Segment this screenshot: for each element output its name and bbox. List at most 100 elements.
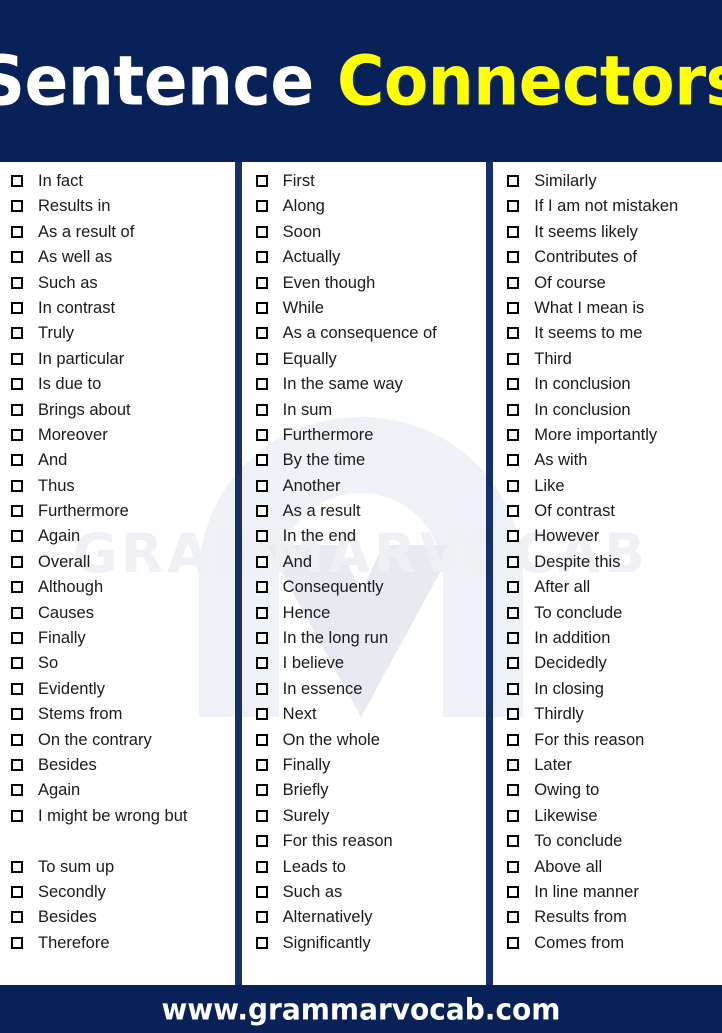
checkbox-icon[interactable] [11,271,25,296]
checkbox-icon[interactable] [255,448,270,473]
checklist-item[interactable]: Besides [11,753,235,778]
checklist-item[interactable]: Briefly [255,778,487,803]
checklist-item[interactable]: Again [11,778,235,803]
checkbox-icon[interactable] [255,499,270,524]
checkbox-icon[interactable] [507,855,521,880]
checkbox-icon[interactable] [11,905,25,930]
checklist-item[interactable]: Thirdly [507,702,722,727]
checkbox-icon[interactable] [507,778,521,803]
checkbox-icon[interactable] [255,194,270,219]
checkbox-icon[interactable] [507,194,521,219]
checkbox-icon[interactable] [507,499,521,524]
checkbox-icon[interactable] [255,651,270,676]
checkbox-icon[interactable] [255,931,270,956]
checkbox-icon[interactable] [11,169,25,194]
checklist-item[interactable]: Stems from [11,702,235,727]
checklist-item[interactable]: Third [507,347,722,372]
checklist-item[interactable]: Comes from [507,931,722,956]
checklist-item[interactable]: And [11,448,235,473]
checkbox-icon[interactable] [11,423,25,448]
checkbox-icon[interactable] [507,601,521,626]
checkbox-icon[interactable] [255,347,270,372]
checkbox-icon[interactable] [255,423,270,448]
checklist-item[interactable]: Secondly [11,880,235,905]
checkbox-icon[interactable] [507,575,521,600]
checkbox-icon[interactable] [507,296,521,321]
checklist-item[interactable]: I might be wrong but [11,804,235,855]
checklist-item[interactable]: Is due to [11,372,235,397]
checkbox-icon[interactable] [507,550,521,575]
checklist-item[interactable]: Results from [507,905,722,930]
checklist-item[interactable]: In particular [11,347,235,372]
checkbox-icon[interactable] [507,372,521,397]
checkbox-icon[interactable] [11,575,25,600]
checkbox-icon[interactable] [11,677,25,702]
checklist-item[interactable]: Soon [255,220,487,245]
checkbox-icon[interactable] [507,931,521,956]
checkbox-icon[interactable] [255,474,270,499]
checklist-item[interactable]: Even though [255,271,487,296]
checkbox-icon[interactable] [11,550,25,575]
checkbox-icon[interactable] [255,575,270,600]
checklist-item[interactable]: As a consequence of [255,321,487,346]
checkbox-icon[interactable] [507,905,521,930]
checklist-item[interactable]: While [255,296,487,321]
checkbox-icon[interactable] [255,677,270,702]
checkbox-icon[interactable] [11,601,25,626]
checklist-item[interactable]: In the long run [255,626,487,651]
checkbox-icon[interactable] [507,398,521,423]
checklist-item[interactable]: Actually [255,245,487,270]
checkbox-icon[interactable] [11,804,25,829]
checklist-item[interactable]: In the end [255,524,487,549]
checkbox-icon[interactable] [11,702,25,727]
checkbox-icon[interactable] [507,626,521,651]
checkbox-icon[interactable] [11,448,25,473]
checkbox-icon[interactable] [11,220,25,245]
website-url[interactable]: www.grammarvocab.com [162,992,561,1027]
checklist-item[interactable]: Such as [11,271,235,296]
checklist-item[interactable]: Likewise [507,804,722,829]
checklist-item[interactable]: As a result of [11,220,235,245]
checkbox-icon[interactable] [255,296,270,321]
checkbox-icon[interactable] [11,499,25,524]
checkbox-icon[interactable] [507,753,521,778]
checklist-item[interactable]: Decidedly [507,651,722,676]
checklist-item[interactable]: In essence [255,677,487,702]
checkbox-icon[interactable] [507,804,521,829]
checkbox-icon[interactable] [507,651,521,676]
checklist-item[interactable]: Therefore [11,931,235,956]
checklist-item[interactable]: However [507,524,722,549]
checklist-item[interactable]: Of contrast [507,499,722,524]
checklist-item[interactable]: Finally [11,626,235,651]
checkbox-icon[interactable] [11,194,25,219]
checklist-item[interactable]: Results in [11,194,235,219]
checkbox-icon[interactable] [507,271,521,296]
checkbox-icon[interactable] [11,524,25,549]
checklist-item[interactable]: It seems to me [507,321,722,346]
checkbox-icon[interactable] [255,728,270,753]
checklist-item[interactable]: Leads to [255,855,487,880]
checklist-item[interactable]: Although [11,575,235,600]
checkbox-icon[interactable] [507,728,521,753]
checklist-item[interactable]: In conclusion [507,372,722,397]
checkbox-icon[interactable] [255,220,270,245]
checklist-item[interactable]: Above all [507,855,722,880]
checklist-item[interactable]: In contrast [11,296,235,321]
checklist-item[interactable]: Consequently [255,575,487,600]
checkbox-icon[interactable] [11,728,25,753]
checklist-item[interactable]: Another [255,474,487,499]
checkbox-icon[interactable] [11,296,25,321]
checklist-item[interactable]: Equally [255,347,487,372]
checkbox-icon[interactable] [507,220,521,245]
checkbox-icon[interactable] [255,271,270,296]
checkbox-icon[interactable] [255,855,270,880]
checklist-item[interactable]: Owing to [507,778,722,803]
checkbox-icon[interactable] [255,398,270,423]
checkbox-icon[interactable] [255,880,270,905]
checklist-item[interactable]: More importantly [507,423,722,448]
checklist-item[interactable]: Later [507,753,722,778]
checklist-item[interactable]: Furthermore [255,423,487,448]
checklist-item[interactable]: Like [507,474,722,499]
checklist-item[interactable]: Thus [11,474,235,499]
checklist-item[interactable]: By the time [255,448,487,473]
